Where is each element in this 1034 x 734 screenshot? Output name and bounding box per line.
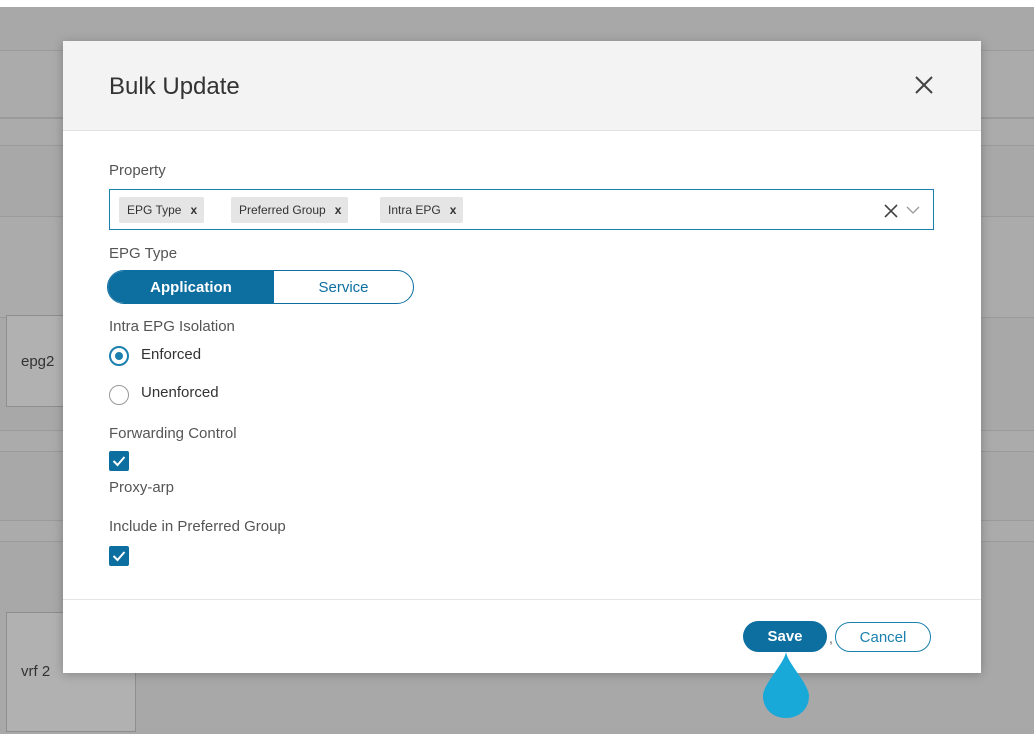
epg-type-option-application[interactable]: Application bbox=[108, 271, 274, 303]
top-strip bbox=[0, 0, 1034, 7]
proxy-arp-checkbox[interactable] bbox=[109, 451, 129, 471]
tag-label: EPG Type bbox=[127, 203, 182, 217]
property-tag-preferred-group: Preferred Group x bbox=[231, 197, 349, 223]
checkmark-icon bbox=[112, 551, 126, 562]
radio-unenforced[interactable] bbox=[109, 385, 129, 405]
tag-remove-icon[interactable]: x bbox=[190, 203, 197, 217]
close-icon[interactable] bbox=[913, 74, 935, 96]
button-separator: , bbox=[829, 630, 833, 646]
page: epg2 vrf 2 Bulk Update Property EPG Type… bbox=[0, 0, 1034, 734]
tag-label: Preferred Group bbox=[239, 203, 326, 217]
epg-type-toggle: Application Service bbox=[107, 270, 414, 304]
intra-epg-isolation-label: Intra EPG Isolation bbox=[109, 318, 235, 335]
tag-remove-icon[interactable]: x bbox=[450, 203, 457, 217]
dialog-header: Bulk Update bbox=[63, 41, 981, 131]
property-multiselect[interactable]: EPG Type x Preferred Group x Intra EPG x bbox=[109, 189, 934, 230]
preferred-group-checkbox[interactable] bbox=[109, 546, 129, 566]
checkmark-icon bbox=[112, 456, 126, 467]
save-button[interactable]: Save bbox=[743, 621, 827, 652]
chevron-down-icon[interactable] bbox=[906, 205, 920, 215]
dialog-footer: Save , Cancel bbox=[63, 599, 981, 673]
property-label: Property bbox=[109, 162, 166, 179]
epg-type-option-service[interactable]: Service bbox=[274, 271, 413, 303]
property-tag-epg-type: EPG Type x bbox=[119, 197, 205, 223]
radio-unenforced-label: Unenforced bbox=[141, 384, 219, 401]
dialog-title: Bulk Update bbox=[109, 73, 240, 100]
proxy-arp-label: Proxy-arp bbox=[109, 479, 175, 496]
preferred-group-label: Include in Preferred Group bbox=[109, 518, 286, 535]
tag-label: Intra EPG bbox=[388, 203, 441, 217]
property-tag-intra-epg: Intra EPG x bbox=[380, 197, 464, 223]
clear-all-icon[interactable] bbox=[884, 204, 898, 218]
tutorial-pointer-icon bbox=[763, 652, 809, 718]
tag-remove-icon[interactable]: x bbox=[335, 203, 342, 217]
epg-type-label: EPG Type bbox=[109, 245, 178, 262]
radio-enforced-label: Enforced bbox=[141, 346, 202, 363]
forwarding-control-label: Forwarding Control bbox=[109, 425, 237, 442]
radio-enforced[interactable] bbox=[109, 346, 129, 366]
bulk-update-dialog: Bulk Update Property EPG Type x Preferre… bbox=[63, 41, 981, 673]
cancel-button[interactable]: Cancel bbox=[835, 622, 931, 652]
